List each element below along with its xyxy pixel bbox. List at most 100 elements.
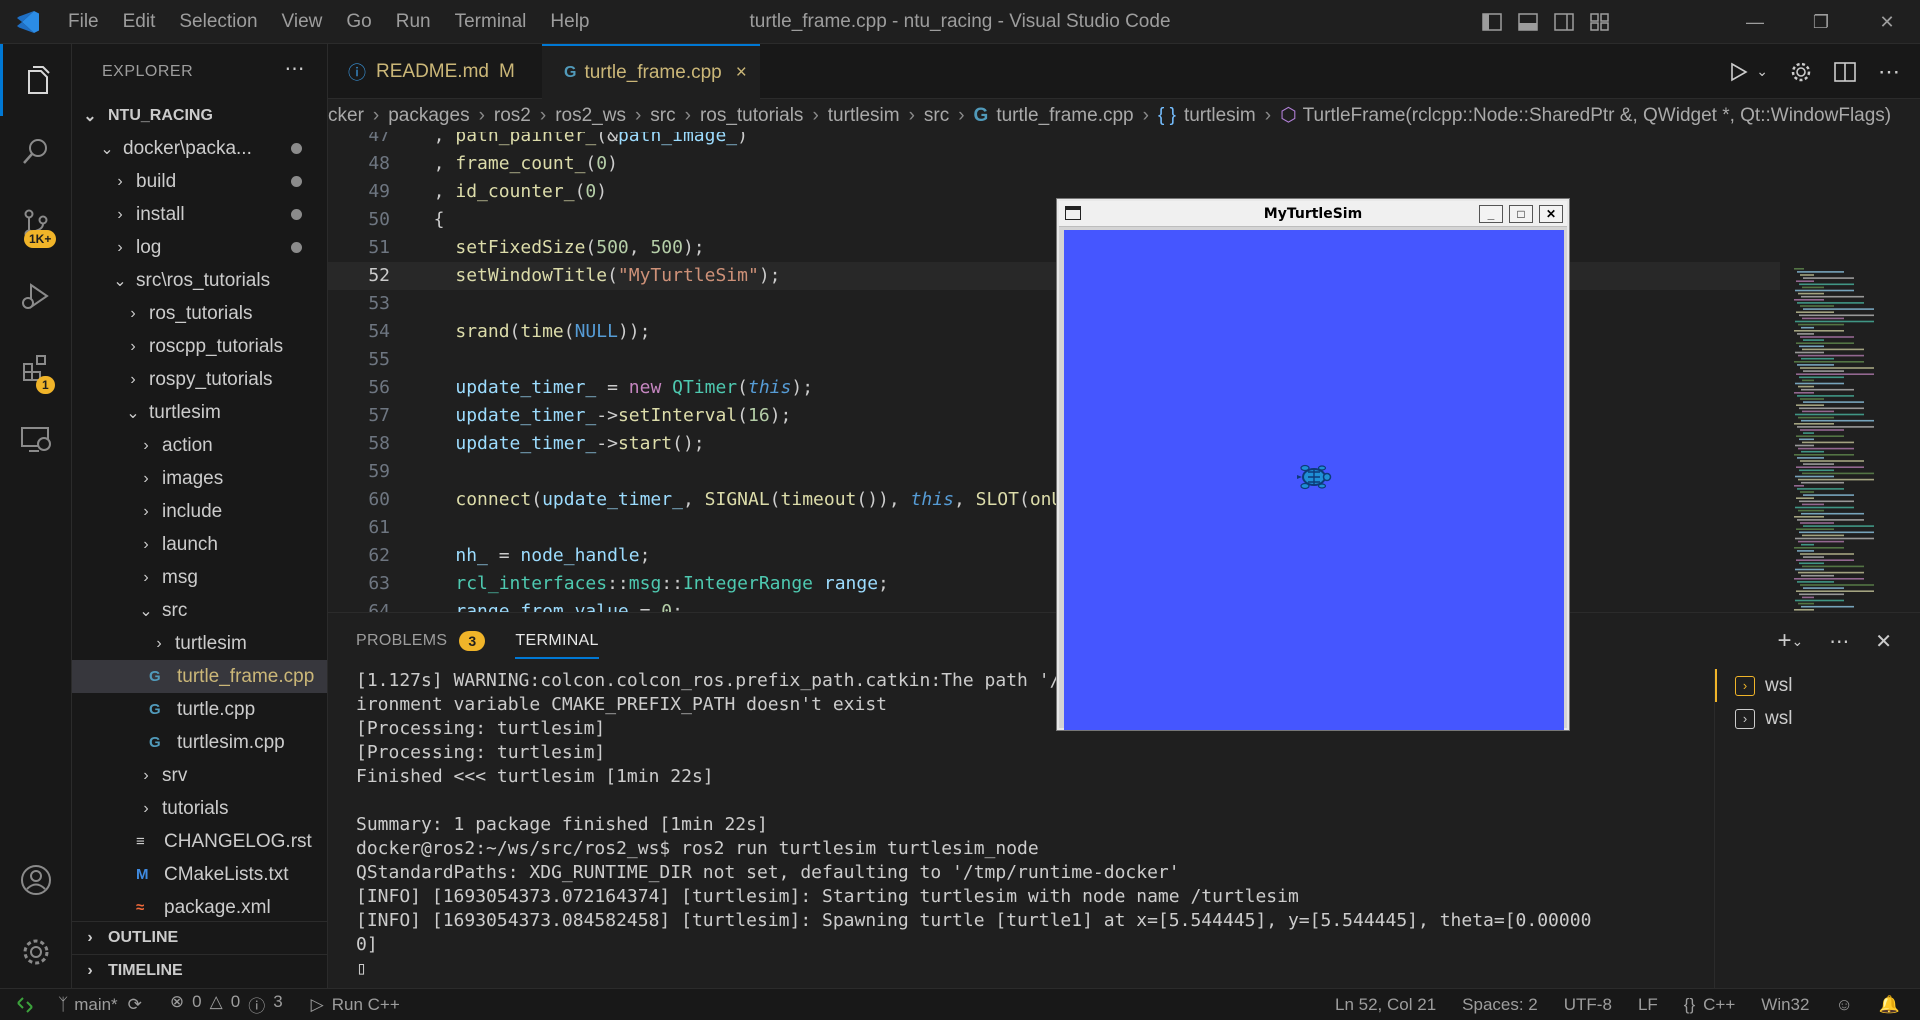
breadcrumb-item[interactable]: src (924, 105, 949, 127)
folder-item[interactable]: › ros_tutorials (72, 297, 327, 330)
breadcrumb-item[interactable]: turtle_frame.cpp (996, 105, 1133, 127)
language-mode[interactable]: {} C++ (1684, 995, 1736, 1015)
menu-terminal[interactable]: Terminal (443, 0, 539, 44)
terminal-instance[interactable]: › wsl (1715, 702, 1920, 735)
file-item[interactable]: M CMakeLists.txt (72, 858, 327, 891)
folder-item[interactable]: › launch (72, 528, 327, 561)
manage-activity[interactable] (0, 916, 72, 988)
close-panel-icon[interactable]: ✕ (1875, 629, 1892, 654)
folder-item[interactable]: › include (72, 495, 327, 528)
cursor-position[interactable]: Ln 52, Col 21 (1335, 995, 1436, 1015)
extensions-activity[interactable]: 1 (0, 332, 72, 404)
folder-item[interactable]: › rospy_tutorials (72, 363, 327, 396)
folder-item[interactable]: › install (72, 198, 327, 231)
tab-turtle-frame[interactable]: G turtle_frame.cpp × (542, 44, 760, 99)
indentation[interactable]: Spaces: 2 (1462, 995, 1538, 1015)
settings-gear-icon[interactable] (1790, 61, 1812, 83)
tab-readme[interactable]: ⓘ README.md M (328, 44, 542, 99)
folder-item[interactable]: ⌄ src (72, 594, 327, 627)
end-of-line[interactable]: LF (1638, 995, 1658, 1015)
tab-terminal[interactable]: TERMINAL (515, 613, 600, 669)
breadcrumb-item[interactable]: packages (388, 105, 469, 127)
maximize-button[interactable]: ❐ (1788, 0, 1854, 44)
breadcrumb-item[interactable]: ros2 (494, 105, 531, 127)
notifications-icon[interactable]: 🔔 (1879, 995, 1900, 1015)
run-cpp-item[interactable]: ▷ Run C++ (311, 995, 400, 1015)
folder-item[interactable]: › action (72, 429, 327, 462)
accounts-activity[interactable] (0, 844, 72, 916)
menu-file[interactable]: File (56, 0, 111, 44)
timeline-section[interactable]: › TIMELINE (72, 954, 327, 987)
folder-item[interactable]: ⌄ docker\packa... (72, 132, 327, 165)
close-tab-icon[interactable]: × (736, 62, 747, 84)
terminal-instance[interactable]: › wsl (1715, 669, 1920, 702)
menu-view[interactable]: View (270, 0, 335, 44)
explorer-activity[interactable] (0, 44, 72, 116)
minimize-button[interactable]: — (1722, 0, 1788, 44)
tab-problems[interactable]: PROBLEMS 3 (356, 613, 486, 669)
folder-item[interactable]: › msg (72, 561, 327, 594)
code-text: , path_painter_(&path_image_) (412, 132, 748, 146)
folder-item[interactable]: › build (72, 165, 327, 198)
file-item[interactable]: ≡ CHANGELOG.rst (72, 825, 327, 858)
tree-item-label: roscpp_tutorials (149, 335, 284, 357)
breadcrumb-item[interactable]: TurtleFrame(rclcpp::Node::SharedPtr &, Q… (1303, 105, 1891, 127)
toggle-secondary-sidebar-icon[interactable] (1554, 13, 1574, 31)
outline-section[interactable]: › OUTLINE (72, 921, 327, 954)
chevron-down-icon[interactable]: ⌄ (1756, 63, 1768, 80)
code-text: { (412, 209, 445, 230)
breadcrumb-item[interactable]: turtlesim (1184, 105, 1256, 127)
menu-selection[interactable]: Selection (167, 0, 269, 44)
breadcrumb-item[interactable]: src (650, 105, 675, 127)
turtlesim-minimize-button[interactable]: _ (1479, 205, 1503, 223)
remote-indicator[interactable] (0, 989, 50, 1020)
breadcrumb-item[interactable]: turtlesim (828, 105, 900, 127)
source-control-activity[interactable]: 1K+ (0, 188, 72, 260)
folder-item[interactable]: › srv (72, 759, 327, 792)
more-actions-icon[interactable]: ⋯ (285, 56, 306, 81)
file-item[interactable]: Gturtle_frame.cpp (72, 660, 327, 693)
turtlesim-titlebar[interactable]: MyTurtleSim _ □ ✕ (1059, 201, 1567, 227)
more-actions-icon[interactable]: ⋯ (1878, 59, 1900, 85)
search-activity[interactable] (0, 116, 72, 188)
folder-item[interactable]: › roscpp_tutorials (72, 330, 327, 363)
turtlesim-close-button[interactable]: ✕ (1539, 205, 1563, 223)
sync-icon[interactable]: ⟳ (128, 995, 142, 1015)
folder-item[interactable]: ⌄ turtlesim (72, 396, 327, 429)
folder-item[interactable]: › log (72, 231, 327, 264)
file-item[interactable]: ≈ package.xml (72, 891, 327, 924)
menu-run[interactable]: Run (384, 0, 443, 44)
breadcrumb-item[interactable]: ros_tutorials (700, 105, 804, 127)
branch-item[interactable]: ᛉ main* (58, 995, 118, 1015)
folder-item[interactable]: › turtlesim (72, 627, 327, 660)
toggle-primary-sidebar-icon[interactable] (1482, 13, 1502, 31)
more-actions-icon[interactable]: ⋯ (1829, 629, 1849, 654)
workspace-root[interactable]: ⌄ NTU_RACING (72, 99, 327, 132)
customize-layout-icon[interactable] (1590, 13, 1610, 31)
menu-go[interactable]: Go (334, 0, 383, 44)
run-debug-activity[interactable] (0, 260, 72, 332)
folder-item[interactable]: › tutorials (72, 792, 327, 825)
split-editor-icon[interactable] (1834, 61, 1856, 82)
encoding[interactable]: UTF-8 (1564, 995, 1612, 1015)
folder-item[interactable]: ⌄ src\ros_tutorials (72, 264, 327, 297)
minimap-line (1803, 339, 1824, 341)
close-window-button[interactable]: ✕ (1854, 0, 1920, 44)
remote-explorer-activity[interactable] (0, 404, 72, 476)
file-item[interactable]: Gturtle.cpp (72, 693, 327, 726)
breadcrumb-item[interactable]: ros2_ws (555, 105, 626, 127)
turtlesim-maximize-button[interactable]: □ (1509, 205, 1533, 223)
file-item[interactable]: Gturtlesim.cpp (72, 726, 327, 759)
menu-edit[interactable]: Edit (111, 0, 168, 44)
feedback-icon[interactable]: ☺ (1835, 995, 1852, 1015)
run-file-icon[interactable] (1728, 62, 1748, 82)
folder-item[interactable]: › images (72, 462, 327, 495)
minimap[interactable] (1786, 264, 1896, 612)
new-terminal-icon[interactable]: +⌄ (1777, 627, 1803, 655)
platform[interactable]: Win32 (1761, 995, 1809, 1015)
breadcrumb-item[interactable]: cker (328, 105, 364, 127)
problems-status[interactable]: ⊗ 0 △ 0 ⓘ 3 (170, 992, 283, 1017)
toggle-panel-icon[interactable] (1518, 13, 1538, 31)
turtlesim-window[interactable]: MyTurtleSim _ □ ✕ (1057, 199, 1569, 730)
menu-help[interactable]: Help (538, 0, 601, 44)
